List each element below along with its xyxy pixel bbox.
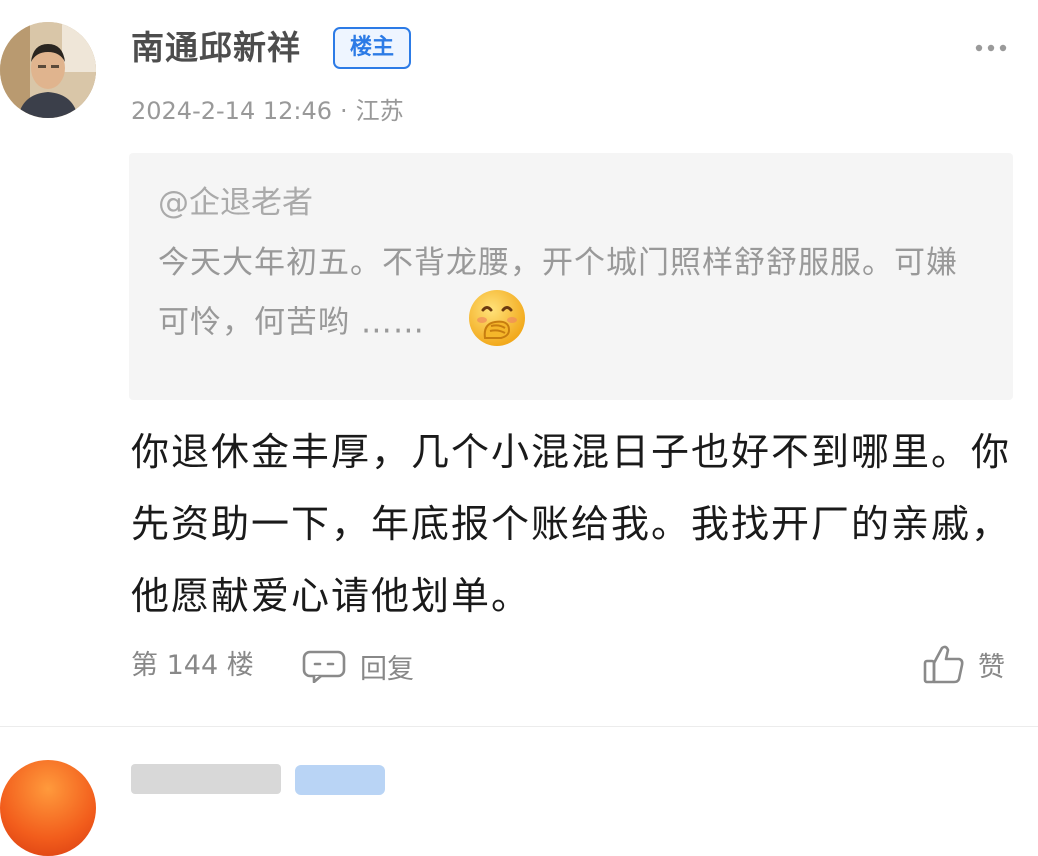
avatar[interactable]: [0, 22, 96, 118]
post-timestamp: 2024-2-14 12:46: [131, 97, 332, 125]
like-button[interactable]: 赞: [922, 642, 1005, 686]
next-post-username[interactable]: [131, 764, 281, 794]
post-divider: [0, 726, 1038, 727]
reply-button[interactable]: 回复: [302, 646, 414, 686]
quote-text: 今天大年初五。不背龙腰，开个城门照样舒舒服服。可嫌可怜，何苦哟 ……: [158, 245, 958, 341]
face-with-hand-over-mouth-emoji-icon: [465, 286, 529, 350]
quote-text-block: 今天大年初五。不背龙腰，开个城门照样舒舒服服。可嫌可怜，何苦哟 ……: [158, 234, 984, 356]
thumbs-up-icon: [923, 645, 964, 684]
op-badge: 楼主: [333, 27, 411, 69]
post-location: 江苏: [355, 97, 404, 125]
more-dots-icon[interactable]: [974, 38, 1008, 58]
next-post-avatar[interactable]: [0, 760, 96, 856]
quoted-post[interactable]: @企退老者 今天大年初五。不背龙腰，开个城门照样舒舒服服。可嫌可怜，何苦哟 ……: [129, 153, 1013, 400]
next-post-badge: [295, 765, 385, 795]
quote-author[interactable]: @企退老者: [158, 179, 984, 227]
like-label: 赞: [978, 651, 1005, 683]
username[interactable]: 南通邱新祥: [131, 26, 301, 70]
reply-label: 回复: [360, 653, 414, 685]
comment-bubble-icon: [302, 650, 346, 683]
post-meta: 2024-2-14 12:46 · 江苏: [131, 94, 404, 128]
post-content: 你退休金丰厚，几个小混混日子也好不到哪里。你先资助一下，年底报个账给我。我找开厂…: [131, 430, 1012, 618]
meta-separator: ·: [340, 97, 348, 125]
floor-number: 第 144 楼: [131, 650, 254, 681]
